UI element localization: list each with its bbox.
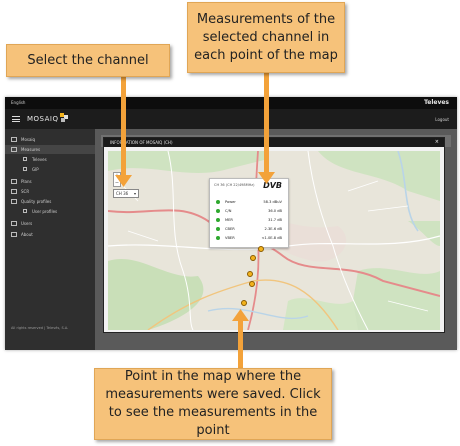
folder-icon	[23, 157, 27, 161]
sidebar-item-label: Users	[21, 221, 33, 226]
users-icon	[11, 221, 17, 226]
sidebar-item-label: Mosaiq	[21, 137, 36, 142]
sidebar-item-label: Plans	[21, 179, 32, 184]
measurement-name: C/N	[225, 209, 232, 213]
callout-measurements: Measurements of the selected channel in …	[187, 2, 345, 73]
measurement-popup: CH 36 (CH 22/498MHz) DVB Power 58.3 dBuV C…	[209, 178, 289, 248]
sidebar-item[interactable]: SCR	[5, 187, 95, 196]
measurement-row: VBER <1.0E-8 dB	[216, 235, 282, 242]
measurement-row: Power 58.3 dBuV	[216, 199, 282, 206]
measurement-name: Power	[225, 200, 236, 204]
modal-header: INFORMATION OF MOSAIQ (CH) ×	[104, 138, 444, 147]
arrow-to-channel	[121, 77, 126, 177]
sidebar-item[interactable]: GIP	[5, 165, 95, 174]
circle-icon	[11, 189, 17, 194]
sidebar-item[interactable]: Users	[5, 219, 95, 228]
map-point-marker[interactable]	[250, 255, 256, 261]
arrow-head-measurements	[258, 172, 275, 184]
sidebar-item[interactable]: Televes	[5, 155, 95, 164]
sidebar-item[interactable]: Mosaiq	[5, 135, 95, 144]
callout-select-channel: Select the channel	[6, 44, 170, 77]
channel-select-value: CH 36	[116, 191, 129, 196]
screenshot-stage: English Televes MOSAIQ Logout Mosaiq Meas…	[0, 0, 460, 446]
measurement-value: 2.3E-6 dB	[264, 227, 282, 231]
measurement-name: CBER	[225, 227, 235, 231]
close-icon[interactable]: ×	[435, 139, 439, 145]
sidebar: Mosaiq Measures Televes GIP Plans SCR Quality …	[5, 129, 95, 350]
monitor-icon	[11, 137, 17, 142]
measurement-row: C/N 36.0 dB	[216, 208, 282, 215]
status-ok-icon	[216, 218, 220, 222]
info-icon	[11, 232, 17, 237]
sidebar-item[interactable]: User profiles	[5, 207, 95, 216]
sidebar-item[interactable]: Plans	[5, 177, 95, 186]
status-ok-icon	[216, 209, 220, 213]
sidebar-item-label: Measures	[21, 147, 41, 152]
arrow-to-point	[238, 320, 243, 369]
folder-icon	[23, 167, 27, 171]
status-ok-icon	[216, 236, 220, 240]
callout-measurements-text: Measurements of the selected channel in …	[194, 11, 338, 63]
sidebar-item-label: User profiles	[32, 209, 58, 214]
measurement-row: MER 31.7 dB	[216, 217, 282, 224]
callout-select-channel-text: Select the channel	[27, 53, 149, 68]
sidebar-item-label: Quality profiles	[21, 199, 52, 204]
map-modal: INFORMATION OF MOSAIQ (CH) × − CH 36 ▾ C…	[103, 137, 445, 333]
channel-select[interactable]: CH 36 ▾	[113, 189, 139, 198]
map-point-marker[interactable]	[247, 271, 253, 277]
callout-map-point-text: Point in the map where the measurements …	[105, 369, 321, 438]
arrow-head-channel	[115, 175, 132, 187]
sidebar-item[interactable]: About	[5, 230, 95, 239]
logo-bar: MOSAIQ Logout	[5, 109, 457, 129]
chevron-down-icon: ▾	[133, 191, 136, 196]
sidebar-item-label: About	[21, 232, 33, 237]
measurement-value: 58.3 dBuV	[263, 200, 282, 204]
map-point-marker[interactable]	[241, 300, 247, 306]
user-icon	[23, 209, 27, 213]
map-point-marker[interactable]	[258, 246, 264, 252]
footer-text: All rights reserved | Televés, S.A.	[11, 326, 69, 330]
sidebar-item-label: GIP	[32, 167, 39, 172]
sidebar-item[interactable]: Quality profiles	[5, 197, 95, 206]
menu-icon[interactable]	[12, 116, 20, 122]
sidebar-item[interactable]: Measures	[5, 145, 95, 154]
measurement-row: CBER 2.3E-6 dB	[216, 226, 282, 233]
mosaiq-logo-text: MOSAIQ	[27, 115, 59, 123]
list-icon	[11, 179, 17, 184]
sidebar-item-label: SCR	[21, 189, 30, 194]
mosaiq-logo-icon	[60, 113, 68, 122]
logout-link[interactable]: Logout	[435, 117, 449, 122]
arrow-head-point	[232, 309, 249, 321]
chart-icon	[11, 147, 17, 152]
televes-brand: Televes	[423, 99, 449, 106]
modal-title: INFORMATION OF MOSAIQ (CH)	[110, 140, 173, 145]
sidebar-item-label: Televes	[32, 157, 47, 162]
status-ok-icon	[216, 200, 220, 204]
top-bar: English Televes	[5, 97, 457, 109]
measurement-value: 36.0 dB	[268, 209, 282, 213]
callout-map-point: Point in the map where the measurements …	[94, 368, 332, 440]
status-ok-icon	[216, 227, 220, 231]
popup-heading: CH 36 (CH 22/498MHz)	[214, 183, 255, 187]
measurement-name: VBER	[225, 236, 235, 240]
map-point-marker[interactable]	[249, 281, 255, 287]
people-icon	[11, 199, 17, 204]
language-selector[interactable]: English	[11, 100, 25, 105]
measurement-value: 31.7 dB	[268, 218, 282, 222]
measurement-name: MER	[225, 218, 233, 222]
arrow-to-measurements	[264, 73, 269, 173]
measurement-value: <1.0E-8 dB	[261, 236, 282, 240]
